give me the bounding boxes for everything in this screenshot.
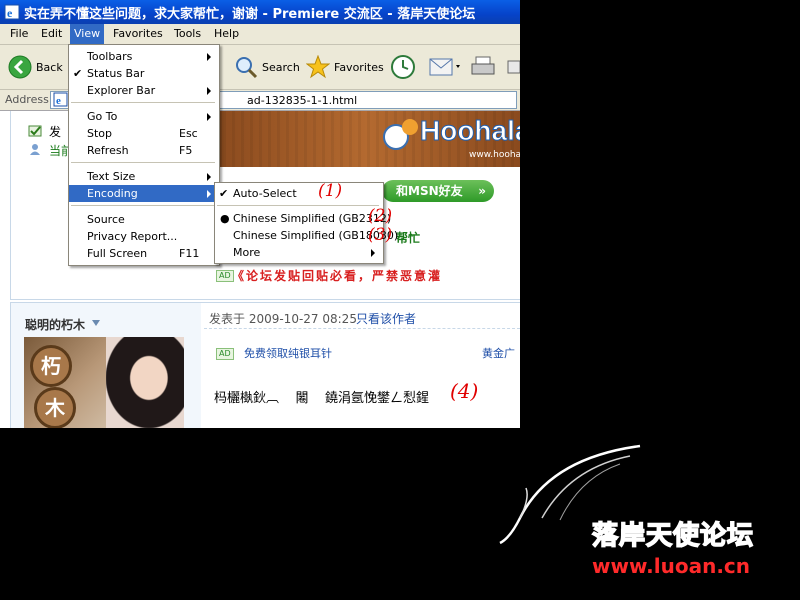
post-icon <box>28 125 42 137</box>
favorites-button[interactable]: Favorites <box>306 51 384 83</box>
printer-icon <box>471 56 495 75</box>
double-arrow-icon: » <box>478 184 486 198</box>
menu-tools[interactable]: Tools <box>170 24 205 44</box>
submenu-item-gb18030[interactable]: Chinese Simplified (GB18030) <box>215 227 398 244</box>
menu-edit[interactable]: Edit <box>37 24 66 44</box>
view-menu-dropdown: Toolbars ✔ Status Bar Explorer Bar Go To… <box>68 44 220 266</box>
window-title: 实在弄不懂这些问题，求大家帮忙，谢谢 - Premiere 交流区 - 落岸天使… <box>24 7 476 22</box>
avatar-badge-2: 木 <box>34 387 76 428</box>
submenu-arrow-icon <box>371 249 375 257</box>
edit-icon <box>507 60 520 74</box>
menu-item-full-screen[interactable]: Full Screen F11 <box>69 245 217 262</box>
menu-help[interactable]: Help <box>210 24 243 44</box>
submenu-arrow-icon <box>207 53 211 61</box>
menu-item-source[interactable]: Source <box>69 211 217 228</box>
submenu-arrow-icon <box>207 173 211 181</box>
menu-bar: File Edit View Favorites Tools Help <box>0 24 520 45</box>
submenu-arrow-icon <box>207 87 211 95</box>
annotation-4: (4) <box>450 379 479 403</box>
page-icon: e <box>53 92 68 107</box>
user-icon <box>30 144 40 155</box>
banner-logo: Hoohala <box>419 115 520 147</box>
submenu-separator <box>217 205 379 206</box>
favorites-label: Favorites <box>334 60 384 74</box>
back-button[interactable]: Back <box>8 51 63 83</box>
mail-icon <box>429 58 460 76</box>
checkmark-icon: ✔ <box>73 67 83 80</box>
msn-label: 和MSN好友 <box>396 184 463 198</box>
menu-item-text-size[interactable]: Text Size <box>69 168 217 185</box>
help-text: 帮忙 <box>396 231 421 245</box>
ad-badge: AD <box>216 270 234 282</box>
avatar-badge-1: 朽 <box>30 345 72 387</box>
avatar: 朽 木 <box>24 337 184 428</box>
radio-dot-icon: ● <box>220 212 230 225</box>
star-icon <box>306 55 330 79</box>
annotation-1: (1) <box>318 181 343 201</box>
post-link[interactable]: 发 <box>49 123 61 140</box>
submenu-arrow-icon <box>207 190 211 198</box>
menu-separator <box>71 205 215 206</box>
edit-button[interactable] <box>506 51 520 83</box>
search-button[interactable]: Search <box>234 51 300 83</box>
ad-link-right[interactable]: 黄金广 <box>482 345 515 361</box>
hoohala-logo-icon <box>383 119 418 150</box>
annotation-3: (3) <box>368 225 393 245</box>
browser-window: e 实在弄不懂这些问题，求大家帮忙，谢谢 - Premiere 交流区 - 落岸… <box>0 0 520 428</box>
menu-item-stop[interactable]: Stop Esc <box>69 125 217 142</box>
checkmark-icon: ✔ <box>219 187 229 200</box>
post-time: 发表于 2009-10-27 08:25 <box>209 312 357 326</box>
menu-separator <box>71 162 215 163</box>
submenu-item-gb2312[interactable]: ● Chinese Simplified (GB2312) <box>215 210 391 227</box>
history-button[interactable] <box>390 51 416 83</box>
print-button[interactable] <box>470 51 496 83</box>
banner: Hoohala www.hoohala <box>214 111 520 167</box>
mail-button[interactable] <box>428 51 462 83</box>
dropdown-arrow-icon[interactable] <box>92 320 100 326</box>
encoding-submenu: ✔ Auto-Select ● Chinese Simplified (GB23… <box>214 182 398 264</box>
only-author-link[interactable]: 只看该作者 <box>356 310 416 327</box>
watermark-title: 落岸天使论坛 <box>591 520 755 552</box>
watermark-url: www.luoan.cn <box>592 554 751 578</box>
ie-app-icon: e <box>4 4 20 20</box>
address-url: ad-132835-1-1.html <box>247 94 358 107</box>
post-divider <box>204 328 520 330</box>
search-label: Search <box>262 60 300 74</box>
banner-url: www.hoohala <box>469 150 520 160</box>
annotation-2: (2) <box>368 206 393 226</box>
user-name[interactable]: 聪明的朽木 <box>25 316 85 333</box>
submenu-arrow-icon <box>207 113 211 121</box>
submenu-item-more[interactable]: More <box>215 244 381 261</box>
back-arrow-icon <box>8 55 32 79</box>
svg-text:e: e <box>7 6 13 20</box>
avatar-photo <box>106 337 184 428</box>
back-label: Back <box>36 60 63 74</box>
menu-item-privacy-report[interactable]: Privacy Report... <box>69 228 217 245</box>
ad-badge-2: AD <box>216 348 234 360</box>
submenu-item-auto-select[interactable]: ✔ Auto-Select <box>215 185 381 202</box>
menu-item-encoding[interactable]: Encoding <box>69 185 217 202</box>
menu-item-status-bar[interactable]: ✔ Status Bar <box>69 65 217 82</box>
ad-link[interactable]: 免费领取纯银耳针 <box>244 345 332 361</box>
search-icon <box>236 57 258 79</box>
msn-friend-button[interactable]: 和MSN好友 » <box>382 180 494 202</box>
menu-item-explorer-bar[interactable]: Explorer Bar <box>69 82 217 99</box>
menu-item-go-to[interactable]: Go To <box>69 108 217 125</box>
svg-text:e: e <box>56 95 61 107</box>
history-icon <box>391 55 415 79</box>
menu-item-refresh[interactable]: Refresh F5 <box>69 142 217 159</box>
menu-favorites[interactable]: Favorites <box>109 24 167 44</box>
menu-separator <box>71 102 215 103</box>
title-bar: e 实在弄不懂这些问题，求大家帮忙，谢谢 - Premiere 交流区 - 落岸… <box>0 0 520 24</box>
garbled-post-text: 杩欐槸鈥︹ 闂 鐃涓氬悗鐢ㄥ悡鍟 <box>214 391 430 406</box>
menu-file[interactable]: File <box>6 24 32 44</box>
address-label: Address <box>5 93 49 106</box>
menu-view[interactable]: View <box>70 24 105 44</box>
menu-item-toolbars[interactable]: Toolbars <box>69 48 217 65</box>
forum-notice[interactable]: 《论坛发贴回贴必看，严禁恶意灌 <box>232 267 442 284</box>
